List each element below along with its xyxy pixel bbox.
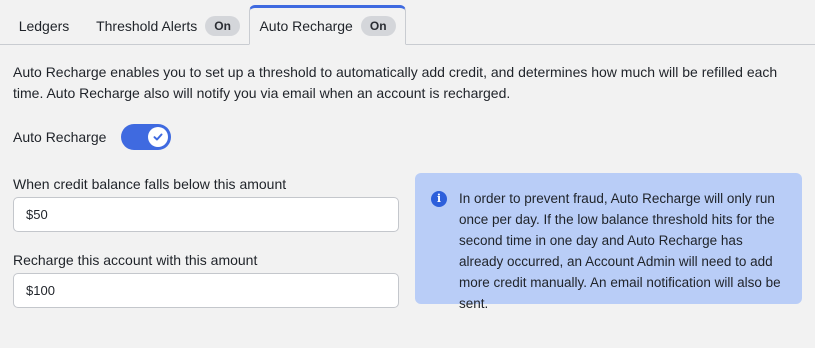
tab-label: Auto Recharge <box>259 18 353 34</box>
tab-label: Ledgers <box>18 17 70 34</box>
status-badge: On <box>205 15 240 36</box>
recharge-amount-input[interactable] <box>13 273 399 308</box>
tab-auto-recharge[interactable]: Auto Recharge On <box>249 5 406 45</box>
recharge-field-label: Recharge this account with this amount <box>13 252 258 268</box>
auto-recharge-label: Auto Recharge <box>13 129 107 145</box>
checkmark-icon <box>153 133 163 141</box>
tab-ledgers[interactable]: Ledgers <box>0 6 88 45</box>
status-badge: On <box>360 16 396 36</box>
info-icon: i <box>431 191 447 207</box>
tab-label: Threshold Alerts <box>96 17 198 34</box>
description-text: Auto Recharge enables you to set up a th… <box>13 64 778 101</box>
auto-recharge-toggle[interactable] <box>121 124 171 150</box>
threshold-field-label: When credit balance falls below this amo… <box>13 176 287 192</box>
info-box: i In order to prevent fraud, Auto Rechar… <box>415 173 802 311</box>
tab-bar: Ledgers Threshold Alerts On Auto Recharg… <box>0 0 815 45</box>
threshold-amount-input[interactable] <box>13 197 399 232</box>
toggle-knob <box>148 127 168 147</box>
info-text: In order to prevent fraud, Auto Recharge… <box>459 191 781 311</box>
tab-threshold-alerts[interactable]: Threshold Alerts On <box>88 6 248 45</box>
